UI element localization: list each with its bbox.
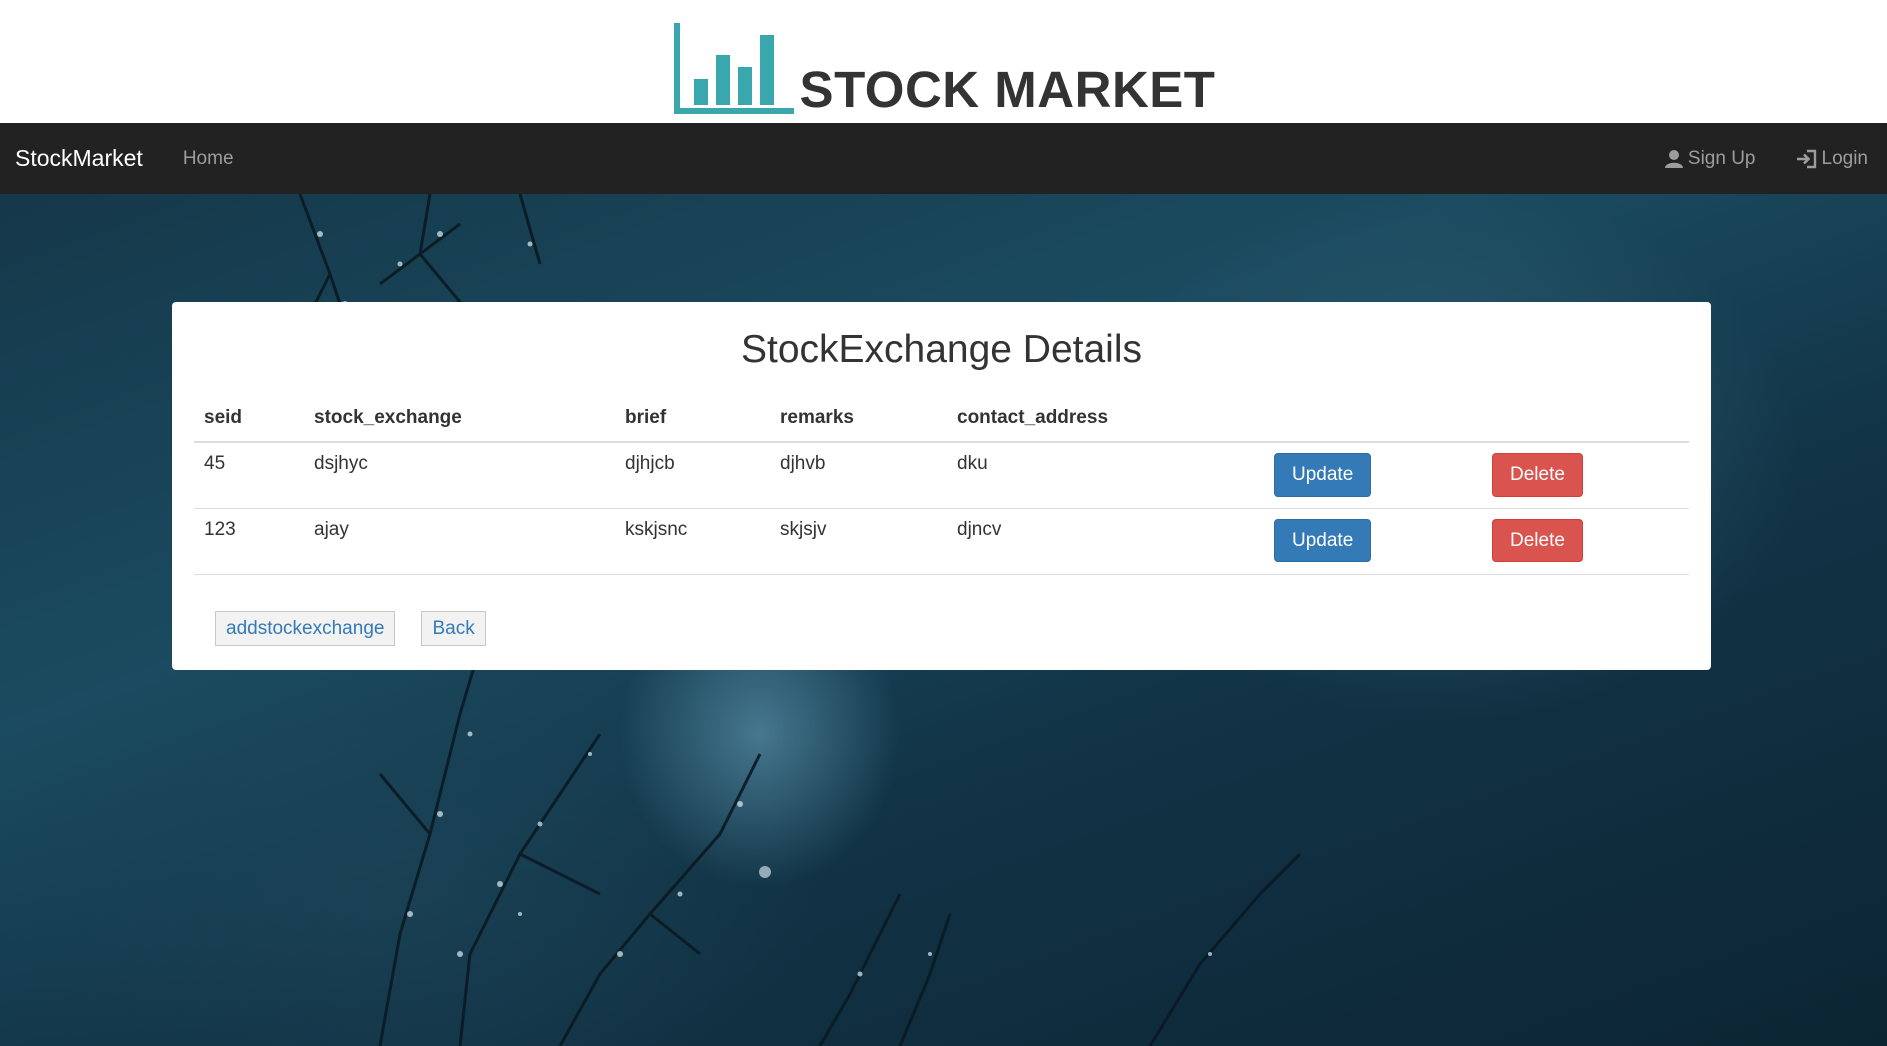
page-title: StockExchange Details bbox=[740, 328, 1143, 371]
cell-seid: 45 bbox=[194, 442, 304, 509]
table-row: 45 dsjhyc djhjcb djhvb dku Update Delete bbox=[194, 442, 1689, 509]
navbar: StockMarket Home Sign Up Login bbox=[0, 123, 1887, 194]
table-row: 123 ajay kskjsnc skjsjv djncv Update Del… bbox=[194, 508, 1689, 575]
log-in-icon bbox=[1796, 149, 1816, 168]
cell-brief: kskjsnc bbox=[615, 508, 770, 575]
delete-button[interactable]: Delete bbox=[1492, 518, 1583, 563]
column-header-delete bbox=[1482, 406, 1689, 443]
cell-remarks: djhvb bbox=[770, 442, 947, 509]
add-stockexchange-button[interactable]: addstockexchange bbox=[215, 610, 396, 647]
logo-text: STOCK MARKET bbox=[799, 60, 1216, 118]
site-logo: STOCK MARKET bbox=[672, 7, 1216, 117]
update-button[interactable]: Update bbox=[1274, 518, 1372, 563]
cell-stock-exchange: ajay bbox=[304, 508, 615, 575]
cell-brief: djhjcb bbox=[615, 442, 770, 509]
bar-chart-icon bbox=[673, 22, 794, 114]
action-buttons: addstockexchange Back bbox=[194, 610, 1689, 647]
delete-button[interactable]: Delete bbox=[1492, 453, 1583, 497]
stockexchange-table: seid stock_exchange brief remarks contac… bbox=[194, 406, 1689, 575]
update-button[interactable]: Update bbox=[1274, 453, 1372, 497]
navbar-brand[interactable]: StockMarket bbox=[15, 145, 143, 172]
column-header-contact-address: contact_address bbox=[947, 406, 1264, 443]
nav-signup-link[interactable]: Sign Up bbox=[1664, 148, 1756, 170]
cell-delete: Delete bbox=[1482, 508, 1689, 575]
cell-update: Update bbox=[1264, 442, 1482, 509]
cell-update: Update bbox=[1264, 508, 1482, 575]
login-label: Login bbox=[1821, 147, 1869, 169]
column-header-remarks: remarks bbox=[770, 406, 947, 443]
user-icon bbox=[1664, 149, 1683, 168]
column-header-seid: seid bbox=[194, 406, 304, 443]
cell-seid: 123 bbox=[194, 508, 304, 575]
column-header-update bbox=[1264, 406, 1482, 443]
back-button[interactable]: Back bbox=[421, 610, 486, 647]
nav-login-link[interactable]: Login bbox=[1796, 147, 1869, 170]
site-banner: STOCK MARKET bbox=[0, 0, 1887, 123]
stockexchange-panel: StockExchange Details seid stock_exchang… bbox=[172, 302, 1711, 670]
nav-home-link[interactable]: Home bbox=[183, 148, 234, 170]
cell-contact-address: djncv bbox=[947, 508, 1264, 575]
column-header-brief: brief bbox=[615, 406, 770, 443]
cell-remarks: skjsjv bbox=[770, 508, 947, 575]
cell-delete: Delete bbox=[1482, 442, 1689, 509]
cell-stock-exchange: dsjhyc bbox=[304, 442, 615, 509]
column-header-stock-exchange: stock_exchange bbox=[304, 406, 615, 443]
signup-label: Sign Up bbox=[1687, 147, 1756, 169]
table-header-row: seid stock_exchange brief remarks contac… bbox=[194, 406, 1689, 443]
background-image: StockExchange Details seid stock_exchang… bbox=[0, 194, 1887, 1046]
cell-contact-address: dku bbox=[947, 442, 1264, 509]
